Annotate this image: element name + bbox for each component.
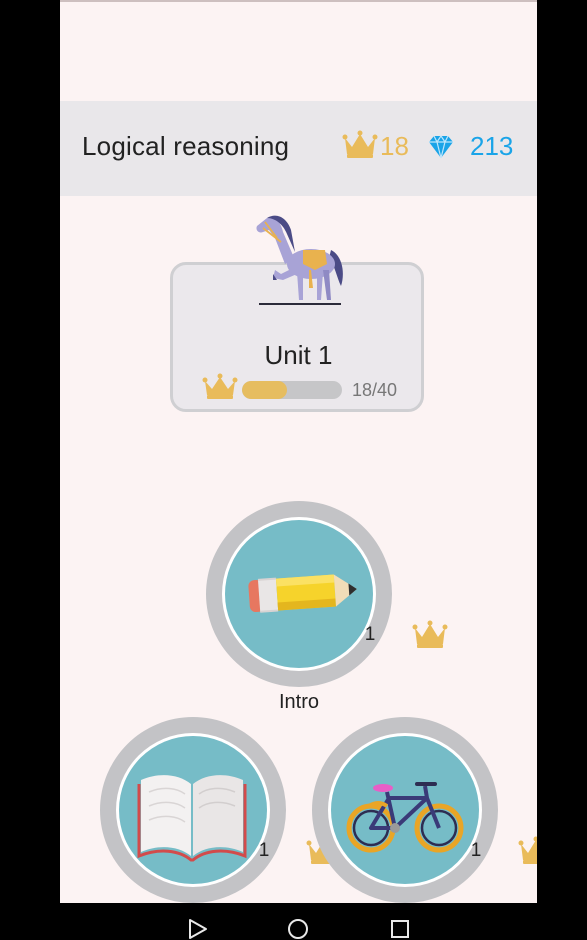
lesson-book-level: 1 — [258, 840, 270, 861]
crown-count: 18 — [380, 131, 409, 161]
lesson-intro[interactable] — [206, 501, 392, 687]
open-book-icon — [137, 775, 247, 862]
recents-square-icon[interactable] — [389, 918, 411, 940]
home-circle-icon[interactable] — [287, 918, 309, 940]
app-screen: Logical reasoning 18 213 Unit 1 18/40 1 … — [60, 0, 537, 903]
crown-icon — [342, 130, 378, 158]
unit-progress-label: 18/40 — [352, 380, 398, 400]
lesson-bicycle-crown-icon — [518, 836, 537, 864]
back-triangle-icon[interactable] — [187, 918, 209, 940]
unit-progress-bar — [242, 381, 342, 399]
status-divider — [60, 0, 537, 2]
lesson-book[interactable] — [100, 717, 286, 903]
lesson-intro-crown-icon — [412, 620, 448, 648]
lesson-bicycle-level: 1 — [470, 840, 482, 861]
unit-title: Unit 1 — [264, 340, 333, 370]
horse-illustration — [256, 215, 343, 305]
pencil-icon — [248, 574, 357, 613]
lesson-intro-level: 1 — [364, 624, 376, 645]
unit-progress-fill — [242, 381, 287, 399]
lesson-intro-label: Intro — [278, 691, 320, 713]
course-title: Logical reasoning — [82, 131, 290, 161]
lesson-bicycle[interactable] — [312, 717, 498, 903]
unit-crown-icon — [202, 373, 238, 399]
bicycle-icon — [346, 782, 464, 853]
gem-count: 213 — [470, 131, 514, 161]
gem-icon — [429, 135, 453, 159]
